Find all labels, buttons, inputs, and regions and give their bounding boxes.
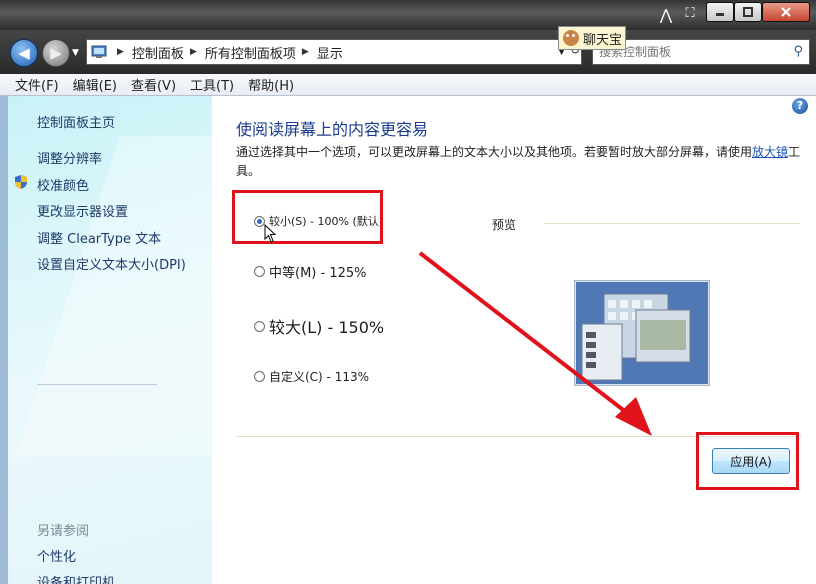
help-icon[interactable]: ? [792,98,808,114]
personalization-link[interactable]: 个性化 [37,546,76,565]
radio-medium[interactable] [254,266,265,277]
close-icon [781,7,791,17]
option-medium-label: 中等(M) - 125% [269,266,367,281]
forward-arrow-icon: ▶ [50,44,62,62]
restore-arrow-icon[interactable]: ⋀ [656,6,676,26]
task-pane: 控制面板主页 调整分辨率 校准颜色 更改显示器设置 调整 ClearType 文… [0,96,212,584]
search-icon[interactable]: ⚲ [793,44,803,59]
breadcrumb-all-items[interactable]: 所有控制面板项 [205,43,296,62]
maximize-button[interactable] [734,2,762,22]
chat-popup-label: 聊天宝 [583,32,623,48]
preview-divider [544,223,800,224]
minimize-icon [716,13,724,16]
back-arrow-icon: ◀ [18,44,30,62]
radio-larger[interactable] [254,320,265,332]
back-button[interactable]: ◀ [10,39,38,67]
minimize-button[interactable] [706,2,734,22]
adjust-resolution-link[interactable]: 调整分辨率 [37,148,102,167]
cleartype-link[interactable]: 调整 ClearType 文本 [37,228,161,247]
radio-custom[interactable] [254,371,265,382]
annotation-box-apply [696,432,799,490]
forward-button[interactable]: ▶ [42,39,70,67]
calibrate-color-link[interactable]: 校准颜色 [37,175,89,194]
maximize-icon [743,7,753,17]
chat-popup[interactable]: 聊天宝 [558,26,626,50]
control-panel-home-link[interactable]: 控制面板主页 [37,112,115,131]
breadcrumb-control-panel[interactable]: 控制面板 [132,43,184,62]
menu-help[interactable]: 帮助(H) [241,75,301,94]
breadcrumb-separator-icon[interactable]: ▶ [302,47,309,57]
address-bar[interactable]: ▶ 控制面板 ▶ 所有控制面板项 ▶ 显示 ▼ [86,39,582,65]
aero-snap-icon[interactable]: ⛶ [678,6,702,26]
mouse-cursor-icon [264,224,276,243]
menu-file[interactable]: 文件(F) [8,75,66,94]
custom-dpi-link[interactable]: 设置自定义文本大小(DPI) [37,254,186,273]
breadcrumb-separator-icon[interactable]: ▶ [190,47,197,57]
change-display-settings-link[interactable]: 更改显示器设置 [37,201,128,220]
menu-bar: 文件(F) 编辑(E) 查看(V) 工具(T) 帮助(H) [0,74,816,96]
devices-printers-link[interactable]: 设备和打印机 [37,572,115,584]
window-title-bar: ⋀ ⛶ [0,0,816,30]
preview-label: 预览 [492,218,517,232]
menu-tools[interactable]: 工具(T) [183,75,241,94]
see-also-heading: 另请参阅 [37,524,90,539]
option-custom-label: 自定义(C) - 113% [269,370,370,384]
recent-pages-dropdown-icon[interactable]: ▼ [72,48,79,58]
option-larger-label: 较大(L) - 150% [269,318,385,337]
magnifier-link[interactable]: 放大镜 [752,145,788,159]
control-panel-icon [91,45,107,58]
shield-icon [15,175,27,189]
page-title: 使阅读屏幕上的内容更容易 [236,120,429,139]
menu-edit[interactable]: 编辑(E) [66,75,124,94]
sidebar-divider [37,384,157,385]
option-larger[interactable]: 较大(L) - 150% [254,314,384,338]
preview-image [574,280,710,386]
description-text: 通过选择其中一个选项，可以更改屏幕上的文本大小以及其他项。若要暂时放大部分屏幕，… [236,145,753,159]
menu-view[interactable]: 查看(V) [124,75,183,94]
option-medium[interactable]: 中等(M) - 125% [254,262,366,281]
option-custom[interactable]: 自定义(C) - 113% [254,368,369,385]
breadcrumb-display[interactable]: 显示 [317,43,343,62]
main-content: ? 使阅读屏幕上的内容更容易 通过选择其中一个选项，可以更改屏幕上的文本大小以及… [212,96,816,584]
close-button[interactable] [762,2,810,22]
breadcrumb-separator-icon[interactable]: ▶ [117,47,124,57]
page-description: 通过选择其中一个选项，可以更改屏幕上的文本大小以及其他项。若要暂时放大部分屏幕，… [236,143,804,181]
navigation-bar: ◀ ▶ ▼ ▶ 控制面板 ▶ 所有控制面板项 ▶ 显示 ▼ ↻ ⚲ [0,30,816,74]
chat-mascot-icon [563,30,579,46]
annotation-box-smaller-option [232,190,383,244]
